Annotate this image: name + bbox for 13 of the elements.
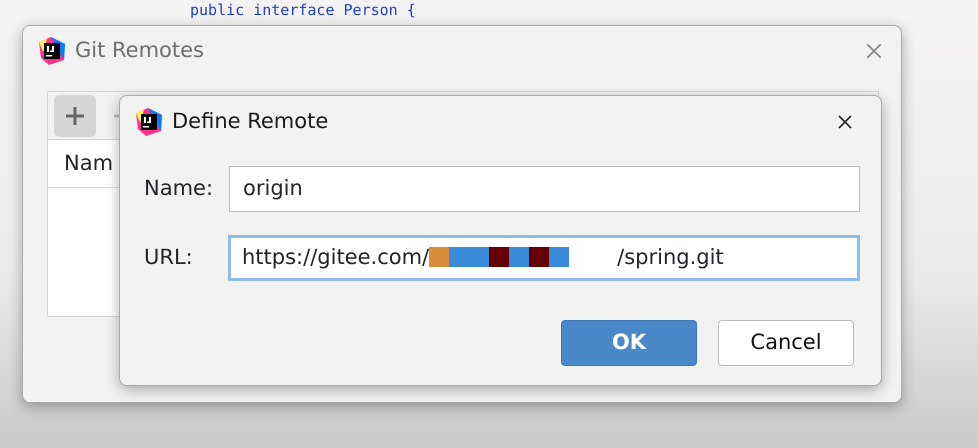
ok-button[interactable]: OK	[561, 320, 697, 366]
field-label: URL:	[144, 244, 194, 272]
app-logo-icon	[37, 36, 67, 66]
cancel-button[interactable]: Cancel	[718, 320, 854, 366]
plus-icon	[65, 106, 85, 126]
input-field[interactable]: https://gitee.com/ /spring.git	[228, 235, 860, 281]
input-field[interactable]: origin	[229, 166, 860, 212]
field-label: Name:	[144, 175, 214, 202]
window-title: Git Remotes	[75, 37, 204, 64]
code-line: public interface Person {	[190, 0, 416, 20]
app-logo-icon	[134, 106, 164, 137]
dialog-title: Define Remote	[172, 108, 328, 135]
add-button[interactable]	[54, 94, 96, 136]
